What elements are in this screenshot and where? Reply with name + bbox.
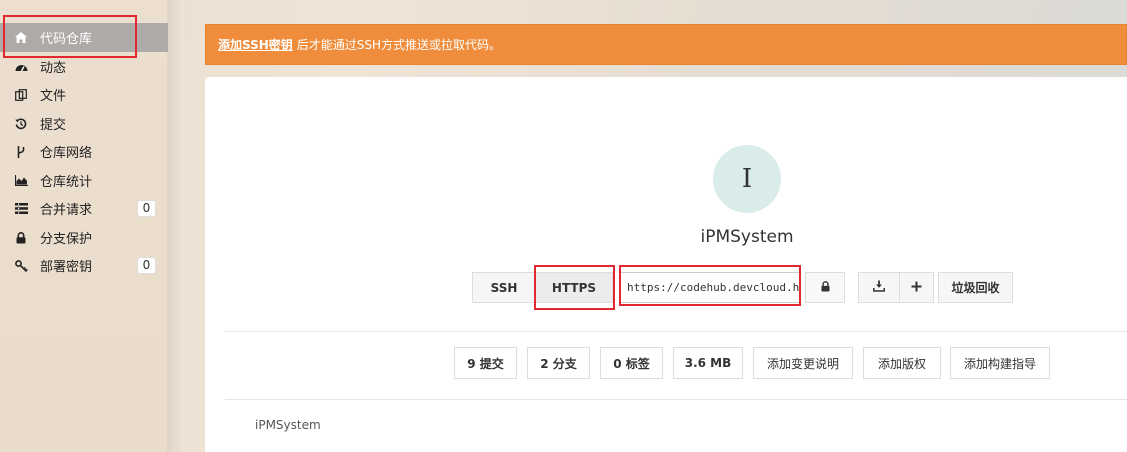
sidebar-item-deploy-keys[interactable]: 部署密钥 0 xyxy=(0,251,168,280)
ssh-key-alert: 添加SSH密钥 后才能通过SSH方式推送或拉取代码。 xyxy=(205,24,1127,65)
deploy-keys-count-badge: 0 xyxy=(137,257,156,274)
sidebar-item-merge-requests[interactable]: 合并请求 0 xyxy=(0,194,168,223)
plus-icon xyxy=(911,281,922,295)
sidebar-item-label: 分支保护 xyxy=(40,232,93,247)
sidebar-item-label: 部署密钥 xyxy=(40,260,93,275)
clone-url-text: https://codehub.devcloud.huaweicloud.com xyxy=(627,281,800,294)
sidebar-item-commits[interactable]: 提交 xyxy=(0,109,168,138)
repo-name: iPMSystem xyxy=(700,227,794,247)
sidebar-item-label: 仓库统计 xyxy=(40,175,93,190)
add-license-button[interactable]: 添加版权 xyxy=(863,347,941,379)
sidebar-edge xyxy=(168,0,184,452)
download-button[interactable] xyxy=(858,272,900,303)
add-build-guide-button[interactable]: 添加构建指导 xyxy=(950,347,1050,379)
key-icon xyxy=(14,259,28,273)
commits-count-button[interactable]: 9 提交 xyxy=(454,347,517,379)
divider-bottom xyxy=(225,399,1127,400)
merge-requests-count-badge: 0 xyxy=(137,200,156,217)
sidebar-item-repo-network[interactable]: 仓库网络 xyxy=(0,137,168,166)
add-changelog-button[interactable]: 添加变更说明 xyxy=(753,347,853,379)
lock-icon xyxy=(820,280,830,295)
home-icon xyxy=(14,31,28,45)
ssh-tab-button[interactable]: SSH xyxy=(472,272,536,303)
sidebar-item-activity[interactable]: 动态 xyxy=(0,52,168,81)
sidebar-item-label: 仓库网络 xyxy=(40,146,93,161)
repo-avatar: I xyxy=(713,145,781,213)
sidebar-item-repo-stats[interactable]: 仓库统计 xyxy=(0,166,168,195)
sidebar-item-files[interactable]: 文件 xyxy=(0,80,168,109)
sidebar-item-label: 提交 xyxy=(40,118,67,133)
download-icon xyxy=(873,280,885,295)
files-icon xyxy=(14,88,28,102)
alert-text: 后才能通过SSH方式推送或拉取代码。 xyxy=(296,38,502,52)
divider-top xyxy=(225,331,1127,332)
sidebar-item-branch-protection[interactable]: 分支保护 xyxy=(0,223,168,252)
add-ssh-key-link[interactable]: 添加SSH密钥 xyxy=(218,36,293,53)
dashboard-icon xyxy=(14,60,28,74)
lock-icon xyxy=(14,231,28,245)
sidebar-item-label: 动态 xyxy=(40,61,67,76)
url-lock-button[interactable] xyxy=(805,272,845,303)
readme-title: iPMSystem xyxy=(255,418,321,432)
https-tab-button[interactable]: HTTPS xyxy=(535,272,613,303)
branches-count-button[interactable]: 2 分支 xyxy=(527,347,590,379)
add-button[interactable] xyxy=(899,272,934,303)
garbage-collect-button[interactable]: 垃圾回收 xyxy=(938,272,1013,303)
sidebar: 代码仓库 动态 文件 提交 仓库网络 仓库统计 合并请求 0 分支保护 部署密钥… xyxy=(0,0,184,452)
merge-request-icon xyxy=(14,202,28,216)
sidebar-item-label: 文件 xyxy=(40,89,67,104)
history-icon xyxy=(14,117,28,131)
repo-card: I iPMSystem SSH HTTPS https://codehub.de… xyxy=(205,77,1127,452)
sidebar-item-label: 代码仓库 xyxy=(40,32,93,47)
branch-network-icon xyxy=(14,145,28,159)
sidebar-item-label: 合并请求 xyxy=(40,203,93,218)
sidebar-item-code-repo[interactable]: 代码仓库 xyxy=(0,23,168,52)
repo-size-button[interactable]: 3.6 MB xyxy=(673,347,743,379)
clone-url-input[interactable]: https://codehub.devcloud.huaweicloud.com xyxy=(620,272,801,303)
area-chart-icon xyxy=(14,174,28,188)
tags-count-button[interactable]: 0 标签 xyxy=(600,347,663,379)
